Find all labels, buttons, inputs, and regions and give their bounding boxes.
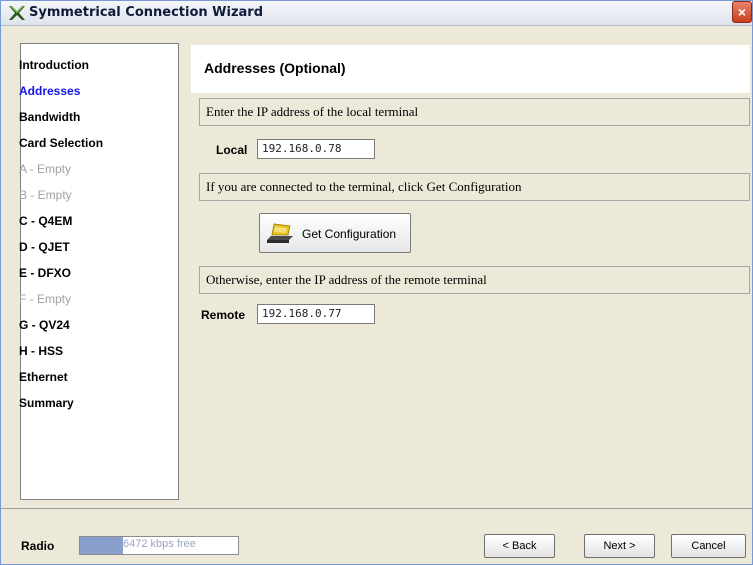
close-button[interactable]: × bbox=[732, 1, 752, 23]
window-title: Symmetrical Connection Wizard bbox=[29, 5, 264, 20]
local-instruction: Enter the IP address of the local termin… bbox=[199, 98, 750, 126]
remote-instruction: Otherwise, enter the IP address of the r… bbox=[199, 266, 750, 294]
wizard-window: Symmetrical Connection Wizard × Introduc… bbox=[0, 0, 753, 565]
local-ip-field[interactable]: 192.168.0.78 bbox=[257, 139, 375, 159]
get-configuration-label: Get Configuration bbox=[302, 227, 397, 241]
step-item[interactable]: Addresses bbox=[19, 84, 103, 110]
close-icon: × bbox=[737, 4, 747, 20]
step-item[interactable]: Ethernet bbox=[19, 370, 103, 396]
connected-instruction: If you are connected to the terminal, cl… bbox=[199, 173, 750, 201]
step-item[interactable]: B - Empty bbox=[19, 188, 103, 214]
step-item[interactable]: G - QV24 bbox=[19, 318, 103, 344]
title-bar: Symmetrical Connection Wizard × bbox=[1, 1, 752, 26]
step-item[interactable]: A - Empty bbox=[19, 162, 103, 188]
cancel-button[interactable]: Cancel bbox=[671, 534, 746, 558]
remote-ip-field[interactable]: 192.168.0.77 bbox=[257, 304, 375, 324]
step-item[interactable]: D - QJET bbox=[19, 240, 103, 266]
step-item[interactable]: Summary bbox=[19, 396, 103, 422]
step-item[interactable]: Bandwidth bbox=[19, 110, 103, 136]
bandwidth-fill bbox=[80, 537, 123, 554]
next-button[interactable]: Next > bbox=[584, 534, 655, 558]
get-configuration-button[interactable]: Get Configuration bbox=[259, 213, 411, 253]
local-label: Local bbox=[216, 143, 248, 157]
bandwidth-text: 6472 kbps free bbox=[123, 538, 196, 550]
back-button[interactable]: < Back bbox=[484, 534, 555, 558]
step-item[interactable]: F - Empty bbox=[19, 292, 103, 318]
panel-header: Addresses (Optional) bbox=[191, 45, 750, 93]
radio-label: Radio bbox=[21, 539, 55, 553]
terminal-device-icon bbox=[267, 223, 293, 243]
bandwidth-meter: 6472 kbps free bbox=[79, 536, 239, 555]
step-item[interactable]: Card Selection bbox=[19, 136, 103, 162]
step-item[interactable]: H - HSS bbox=[19, 344, 103, 370]
step-item[interactable]: C - Q4EM bbox=[19, 214, 103, 240]
step-item[interactable]: E - DFXO bbox=[19, 266, 103, 292]
step-list: Introduction Addresses Bandwidth Card Selec… bbox=[19, 58, 103, 422]
step-item[interactable]: Introduction bbox=[19, 58, 103, 84]
wizard-x-icon bbox=[9, 5, 25, 20]
page-title: Addresses (Optional) bbox=[204, 60, 346, 76]
remote-label: Remote bbox=[201, 308, 246, 322]
footer-divider bbox=[1, 508, 752, 509]
